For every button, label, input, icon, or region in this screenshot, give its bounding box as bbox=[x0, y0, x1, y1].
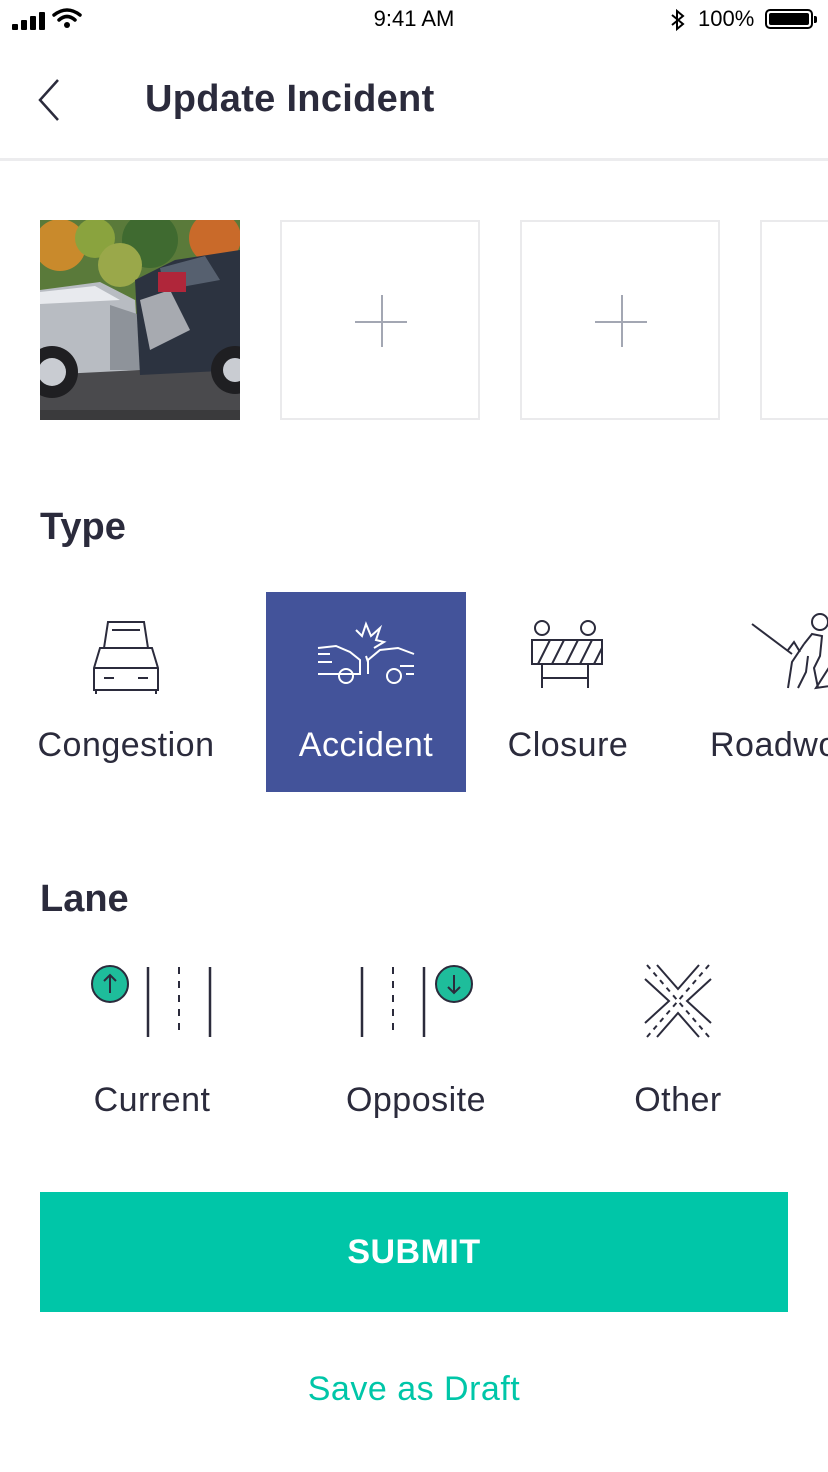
type-label: Roadworks bbox=[710, 726, 828, 764]
save-as-draft-link[interactable]: Save as Draft bbox=[0, 1370, 828, 1409]
type-option-accident[interactable]: Accident bbox=[266, 592, 466, 792]
roadworker-icon bbox=[751, 613, 828, 690]
type-label: Accident bbox=[298, 726, 434, 764]
lane-label: Opposite bbox=[345, 1081, 487, 1119]
congestion-icon bbox=[93, 621, 159, 694]
page-title: Update Incident bbox=[145, 78, 435, 120]
lane-label: Current bbox=[93, 1081, 211, 1119]
incident-photo[interactable] bbox=[40, 220, 240, 420]
opposite-lane-icon bbox=[360, 965, 473, 1037]
accident-icon bbox=[317, 621, 415, 684]
lane-option-opposite[interactable]: Opposite bbox=[326, 955, 506, 1135]
closure-barrier-icon bbox=[531, 620, 603, 688]
type-label: Congestion bbox=[37, 726, 215, 764]
bluetooth-icon bbox=[671, 8, 685, 32]
other-lane-icon bbox=[644, 964, 712, 1038]
lane-label: Other bbox=[634, 1081, 722, 1119]
lane-option-other[interactable]: Other bbox=[588, 955, 768, 1135]
add-photo-button[interactable] bbox=[520, 220, 720, 420]
type-option-closure[interactable]: Closure bbox=[468, 592, 668, 792]
header-divider bbox=[0, 158, 828, 161]
battery-percent: 100% bbox=[698, 6, 755, 31]
battery-icon bbox=[765, 9, 817, 29]
type-option-congestion[interactable]: Congestion bbox=[26, 592, 226, 792]
car-accident-photo-icon bbox=[40, 220, 240, 420]
add-photo-button[interactable] bbox=[760, 220, 828, 420]
back-chevron-icon[interactable] bbox=[36, 78, 64, 122]
lane-option-current[interactable]: Current bbox=[62, 955, 242, 1135]
type-option-roadworks[interactable]: Roadworks bbox=[700, 592, 828, 792]
add-photo-button[interactable] bbox=[280, 220, 480, 420]
current-lane-icon bbox=[91, 965, 212, 1037]
type-section-title: Type bbox=[40, 506, 126, 548]
type-label: Closure bbox=[507, 726, 629, 764]
submit-button[interactable]: SUBMIT bbox=[40, 1192, 788, 1312]
lane-section-title: Lane bbox=[40, 878, 129, 920]
